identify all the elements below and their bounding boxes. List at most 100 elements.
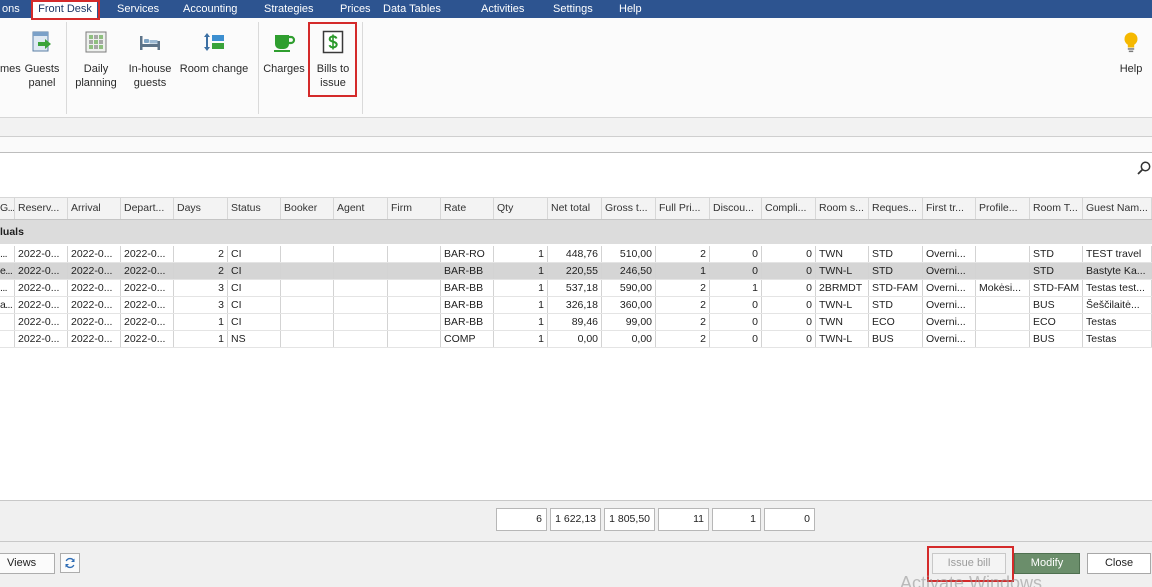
column-header-room-t[interactable]: Room T... xyxy=(1030,198,1083,219)
cell-status: NS xyxy=(228,331,281,347)
cell-net-total: 220,55 xyxy=(548,263,602,279)
table-row[interactable]: ... 2022-0... 2022-0... 2022-0... 2 CI BAR-RO 1… xyxy=(0,246,1152,263)
table-row[interactable]: 2022-0... 2022-0... 2022-0... 1 CI BAR-BB 1 89,… xyxy=(0,314,1152,331)
column-header-agent[interactable]: Agent xyxy=(334,198,388,219)
cell-discou: 0 xyxy=(710,297,762,313)
column-header-status[interactable]: Status xyxy=(228,198,281,219)
issue-bill-button[interactable]: Issue bill xyxy=(932,553,1006,574)
column-header-first-tr[interactable]: First tr... xyxy=(923,198,976,219)
cell-g: e... xyxy=(0,263,15,279)
cell-reserv: 2022-0... xyxy=(15,314,68,330)
menu-item-data-tables[interactable]: Data Tables xyxy=(383,0,441,18)
guests-panel-button[interactable]: Guests panel xyxy=(22,22,62,112)
column-header-guest-nam[interactable]: Guest Nam... xyxy=(1083,198,1152,219)
cell-depart: 2022-0... xyxy=(121,263,174,279)
bed-icon xyxy=(138,30,162,54)
grid-totals: 61 622,13 1 805,50 11 1 0 xyxy=(0,500,1152,541)
column-header-arrival[interactable]: Arrival xyxy=(68,198,121,219)
column-header-full-pri[interactable]: Full Pri... xyxy=(656,198,710,219)
menu-item-accounting[interactable]: Accounting xyxy=(183,0,237,18)
cell-room-s: TWN-L xyxy=(816,297,869,313)
cell-reserv: 2022-0... xyxy=(15,331,68,347)
close-button[interactable]: Close xyxy=(1087,553,1151,574)
cell-room-t: BUS xyxy=(1030,297,1083,313)
cell-arrival: 2022-0... xyxy=(68,314,121,330)
cell-room-t: STD xyxy=(1030,263,1083,279)
cell-agent xyxy=(334,280,388,296)
column-header-profile[interactable]: Profile... xyxy=(976,198,1030,219)
cell-rate: COMP xyxy=(441,331,494,347)
cell-room-s: TWN-L xyxy=(816,263,869,279)
cell-room-s: TWN-L xyxy=(816,331,869,347)
cell-booker xyxy=(281,246,334,262)
cell-arrival: 2022-0... xyxy=(68,331,121,347)
cell-net-total: 0,00 xyxy=(548,331,602,347)
bills-to-issue-button[interactable]: Bills to issue xyxy=(313,22,353,112)
column-header-reserv[interactable]: Reserv... xyxy=(15,198,68,219)
total-net-total: 1 622,13 xyxy=(550,508,601,531)
charges-button[interactable]: Charges xyxy=(263,22,305,112)
cell-room-s: TWN xyxy=(816,246,869,262)
column-header-firm[interactable]: Firm xyxy=(388,198,441,219)
cell-guest-nam: Testas test... xyxy=(1083,280,1152,296)
column-header-days[interactable]: Days xyxy=(174,198,228,219)
menu-item-prices[interactable]: Prices xyxy=(340,0,371,18)
cell-arrival: 2022-0... xyxy=(68,297,121,313)
modify-button[interactable]: Modify xyxy=(1014,553,1080,574)
cell-room-t: ECO xyxy=(1030,314,1083,330)
table-row[interactable]: 2022-0... 2022-0... 2022-0... 1 NS COMP 1 0,00 0… xyxy=(0,331,1152,348)
column-header-gross-t[interactable]: Gross t... xyxy=(602,198,656,219)
cell-reques: ECO xyxy=(869,314,923,330)
menu-item-help[interactable]: Help xyxy=(619,0,642,18)
cell-rate: BAR-BB xyxy=(441,297,494,313)
menu-item-strategies[interactable]: Strategies xyxy=(264,0,314,18)
in-house-guests-button[interactable]: In-house guests xyxy=(128,22,172,112)
column-header-g[interactable]: G... xyxy=(0,198,15,219)
cell-net-total: 537,18 xyxy=(548,280,602,296)
cell-booker xyxy=(281,297,334,313)
menu-item-settings[interactable]: Settings xyxy=(553,0,593,18)
views-button[interactable]: Views xyxy=(0,553,55,574)
table-row[interactable]: e... 2022-0... 2022-0... 2022-0... 2 CI BAR-BB… xyxy=(0,263,1152,280)
group-row[interactable]: luals xyxy=(0,220,1152,244)
cell-profile xyxy=(976,331,1030,347)
cell-reques: STD-FAM xyxy=(869,280,923,296)
room-change-button[interactable]: Room change xyxy=(180,22,248,112)
cell-room-s: 2BRMDT xyxy=(816,280,869,296)
cell-arrival: 2022-0... xyxy=(68,246,121,262)
column-header-qty[interactable]: Qty xyxy=(494,198,548,219)
cell-firm xyxy=(388,314,441,330)
table-row[interactable]: a... 2022-0... 2022-0... 2022-0... 3 CI BAR-BB… xyxy=(0,297,1152,314)
cell-compli: 0 xyxy=(762,280,816,296)
column-header-reques[interactable]: Reques... xyxy=(869,198,923,219)
menu-item-front-desk[interactable]: Front Desk xyxy=(33,0,97,18)
cell-depart: 2022-0... xyxy=(121,297,174,313)
column-header-depart[interactable]: Depart... xyxy=(121,198,174,219)
menu-item-services[interactable]: Services xyxy=(117,0,159,18)
daily-planning-button[interactable]: Daily planning xyxy=(74,22,118,112)
cell-g: ... xyxy=(0,280,15,296)
help-button[interactable]: Help xyxy=(1113,22,1149,112)
cell-room-t: STD xyxy=(1030,246,1083,262)
column-header-booker[interactable]: Booker xyxy=(281,198,334,219)
column-header-net-total[interactable]: Net total xyxy=(548,198,602,219)
ribbon-label: guests xyxy=(133,77,167,89)
cell-full-pri: 1 xyxy=(656,263,710,279)
cell-g xyxy=(0,331,15,347)
refresh-button[interactable] xyxy=(60,553,80,573)
column-header-room-s[interactable]: Room s... xyxy=(816,198,869,219)
cell-reques: STD xyxy=(869,297,923,313)
column-header-compli[interactable]: Compli... xyxy=(762,198,816,219)
column-header-rate[interactable]: Rate xyxy=(441,198,494,219)
menu-item-ons[interactable]: ons xyxy=(2,0,20,18)
cell-compli: 0 xyxy=(762,314,816,330)
cell-booker xyxy=(281,331,334,347)
cell-first-tr: Overni... xyxy=(923,331,976,347)
cell-profile xyxy=(976,246,1030,262)
cell-full-pri: 2 xyxy=(656,314,710,330)
column-header-discou[interactable]: Discou... xyxy=(710,198,762,219)
search-icon[interactable] xyxy=(1137,161,1151,175)
cell-status: CI xyxy=(228,246,281,262)
menu-item-activities[interactable]: Activities xyxy=(481,0,524,18)
table-row[interactable]: ... 2022-0... 2022-0... 2022-0... 3 CI BAR-BB 1… xyxy=(0,280,1152,297)
